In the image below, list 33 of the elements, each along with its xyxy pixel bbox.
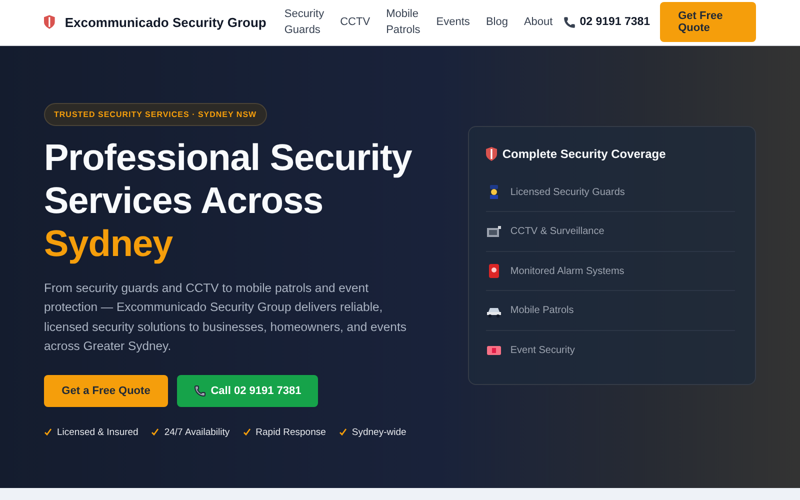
hero-title: Professional Security Services Across Sydney [44, 136, 413, 265]
shield-icon [486, 146, 498, 161]
check-icon [338, 428, 347, 436]
coverage-item: CCTV & Surveillance [510, 226, 604, 238]
camera-icon [486, 224, 502, 239]
feature-label: Rapid Response [256, 426, 326, 438]
coverage-item: Monitored Alarm Systems [510, 266, 624, 277]
coverage-item: Mobile Patrols [510, 305, 574, 316]
check-icon [44, 428, 52, 436]
check-icon [242, 428, 251, 436]
nav-link[interactable]: Blog [486, 14, 508, 30]
shield-icon [44, 15, 55, 30]
quote-button[interactable]: Get a Free Quote [44, 374, 168, 407]
hero-description: From security guards and CCTV to mobile patrols and event protection — Excommunicado Security Group delivers reliable, licensed security solutions to businesses, homeowners, and events across Greater Sydney. [44, 280, 408, 356]
phone-icon [194, 384, 206, 397]
coverage-item: Event Security [510, 344, 575, 356]
nav-link[interactable]: CCTV [340, 14, 370, 30]
phone-link[interactable]: 02 9191 7381 [562, 16, 650, 29]
feature-label: 24/7 Availability [164, 426, 230, 438]
phone-icon [562, 16, 576, 29]
feature-label: Sydney-wide [352, 426, 406, 438]
hero-badge: TRUSTED SECURITY SERVICES · SYDNEY NSW [44, 102, 267, 126]
feature-label: Licensed & Insured [57, 426, 138, 438]
nav-link[interactable]: About [524, 14, 553, 30]
quote-button[interactable]: Get Free Quote [660, 2, 756, 42]
coverage-item: Licensed Security Guards [510, 186, 625, 198]
ticket-icon [486, 343, 502, 358]
nav-link[interactable]: Events [436, 14, 470, 30]
brand-name[interactable]: Excommunicado Security Group [64, 14, 266, 30]
card-title: Complete Security Coverage [502, 146, 666, 161]
check-icon [151, 428, 160, 436]
nav-link[interactable]: Mobile Patrols [386, 6, 420, 38]
nav-link[interactable]: Security Guards [284, 6, 324, 38]
